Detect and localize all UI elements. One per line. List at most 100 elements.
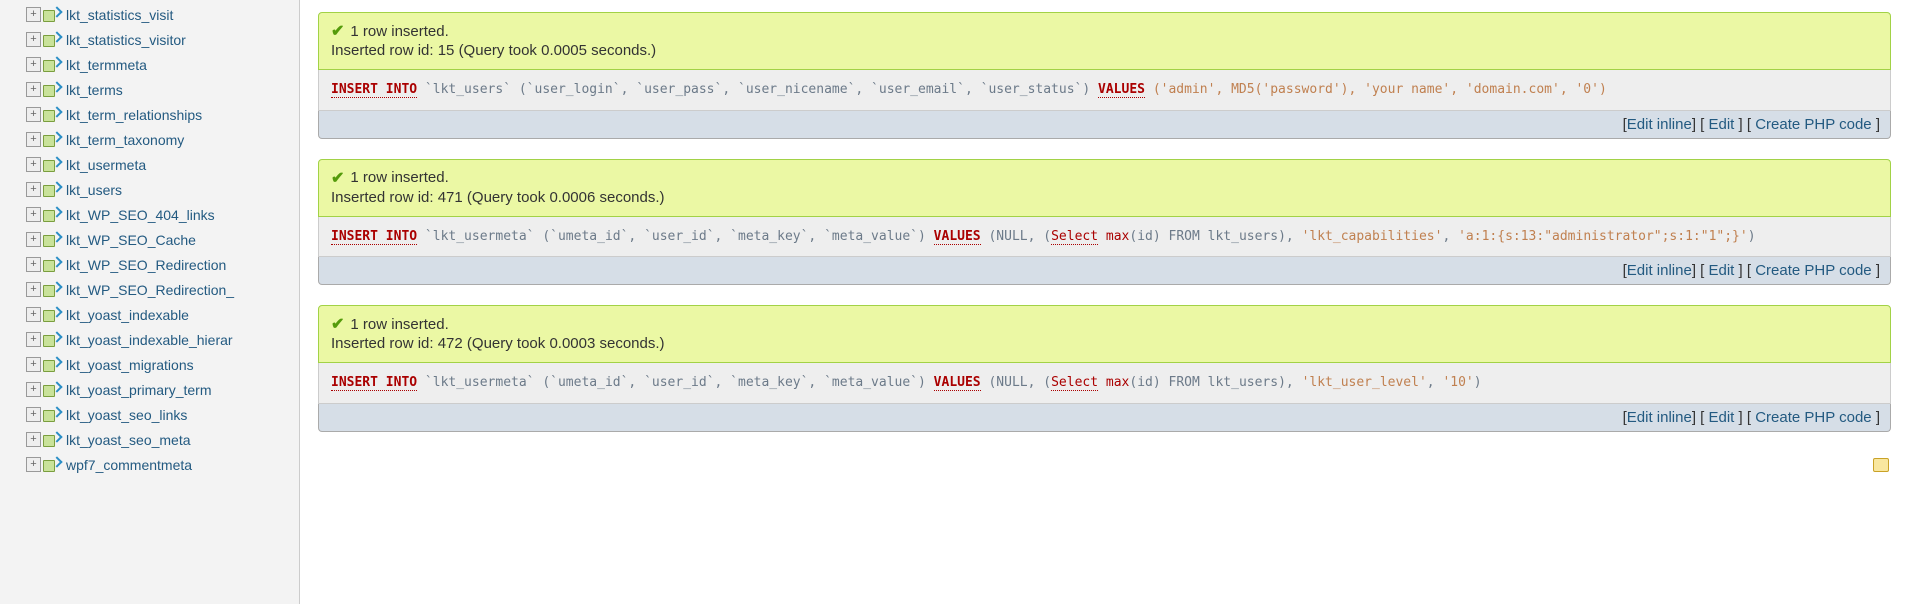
expand-icon[interactable]: + [26,457,41,472]
bookmark-row [318,452,1891,475]
table-icon [43,383,61,397]
table-name-label: lkt_WP_SEO_Cache [66,232,196,248]
table-icon [43,208,61,222]
table-name-label: lkt_term_relationships [66,107,202,123]
table-icon [43,233,61,247]
table-name-label: lkt_statistics_visit [66,7,173,23]
query-actions: [Edit inline] [ Edit ] [ Create PHP code… [318,404,1891,432]
edit-inline-link[interactable]: Edit inline [1627,409,1692,426]
table-name-label: lkt_yoast_primary_term [66,382,212,398]
table-icon [43,333,61,347]
sql-query-display: INSERT INTO `lkt_usermeta` (`umeta_id`, … [318,363,1891,404]
table-icon [43,108,61,122]
success-message: ✔ 1 row inserted. Inserted row id: 472 (… [318,305,1891,363]
table-name-label: lkt_yoast_seo_meta [66,432,191,448]
table-name-label: lkt_WP_SEO_Redirection_ [66,282,234,298]
success-message: ✔ 1 row inserted. Inserted row id: 471 (… [318,159,1891,217]
check-icon: ✔ [331,21,344,41]
expand-icon[interactable]: + [26,82,41,97]
edit-inline-link[interactable]: Edit inline [1627,116,1692,133]
expand-icon[interactable]: + [26,407,41,422]
sidebar-table-list[interactable]: + lkt_statistics_visit + lkt_statistics_vis… [0,0,300,604]
expand-icon[interactable]: + [26,307,41,322]
table-name-label: lkt_statistics_visitor [66,32,186,48]
expand-icon[interactable]: + [26,382,41,397]
query-actions: [Edit inline] [ Edit ] [ Create PHP code… [318,111,1891,139]
rows-inserted-text: 1 row inserted. [350,23,448,40]
sql-query-display: INSERT INTO `lkt_users` (`user_login`, `… [318,70,1891,111]
sidebar-table-item[interactable]: + lkt_yoast_indexable [0,302,299,327]
table-name-label: lkt_users [66,182,122,198]
sidebar-table-item[interactable]: + lkt_WP_SEO_Cache [0,227,299,252]
sidebar-table-item[interactable]: + lkt_WP_SEO_Redirection_ [0,277,299,302]
table-icon [43,33,61,47]
edit-link[interactable]: Edit [1708,262,1734,279]
table-icon [43,183,61,197]
sidebar-table-item[interactable]: + lkt_termmeta [0,52,299,77]
inserted-detail: Inserted row id: 15 (Query took 0.0005 s… [331,42,1878,59]
table-icon [43,358,61,372]
sidebar-table-item[interactable]: + lkt_WP_SEO_Redirection [0,252,299,277]
table-icon [43,283,61,297]
create-php-link[interactable]: Create PHP code [1755,116,1871,133]
sidebar-table-item[interactable]: +wpf7_commentmeta [0,452,299,477]
check-icon: ✔ [331,168,344,188]
table-icon [43,133,61,147]
create-php-link[interactable]: Create PHP code [1755,409,1871,426]
table-name-label: lkt_WP_SEO_Redirection [66,257,226,273]
sql-query-display: INSERT INTO `lkt_usermeta` (`umeta_id`, … [318,217,1891,258]
expand-icon[interactable]: + [26,332,41,347]
expand-icon[interactable]: + [26,207,41,222]
expand-icon[interactable]: + [26,182,41,197]
table-icon [43,83,61,97]
expand-icon[interactable]: + [26,32,41,47]
inserted-detail: Inserted row id: 471 (Query took 0.0006 … [331,189,1878,206]
edit-link[interactable]: Edit [1708,116,1734,133]
expand-icon[interactable]: + [26,232,41,247]
table-icon [43,258,61,272]
expand-icon[interactable]: + [26,157,41,172]
edit-inline-link[interactable]: Edit inline [1627,262,1692,279]
table-icon [43,408,61,422]
sidebar-table-item[interactable]: + lkt_yoast_seo_meta [0,427,299,452]
expand-icon[interactable]: + [26,107,41,122]
sidebar-table-item[interactable]: + lkt_usermeta [0,152,299,177]
sidebar-table-item[interactable]: + lkt_yoast_migrations [0,352,299,377]
expand-icon[interactable]: + [26,432,41,447]
query-result-block: ✔ 1 row inserted. Inserted row id: 471 (… [318,159,1891,286]
table-name-label: lkt_usermeta [66,157,146,173]
create-php-link[interactable]: Create PHP code [1755,262,1871,279]
sidebar-table-item[interactable]: + lkt_term_taxonomy [0,127,299,152]
expand-icon[interactable]: + [26,282,41,297]
sidebar-table-item[interactable]: + lkt_yoast_primary_term [0,377,299,402]
table-icon [43,433,61,447]
sidebar-table-item[interactable]: + lkt_users [0,177,299,202]
table-icon [43,8,61,22]
table-icon [43,308,61,322]
table-name-label: lkt_termmeta [66,57,147,73]
sidebar-table-item[interactable]: + lkt_yoast_indexable_hierar [0,327,299,352]
expand-icon[interactable]: + [26,57,41,72]
table-name-label: lkt_yoast_migrations [66,357,194,373]
table-name-label: lkt_term_taxonomy [66,132,184,148]
expand-icon[interactable]: + [26,132,41,147]
sidebar-table-item[interactable]: + lkt_statistics_visit [0,2,299,27]
table-name-label: lkt_terms [66,82,123,98]
expand-icon[interactable]: + [26,357,41,372]
sidebar-table-item[interactable]: +lkt_yoast_seo_links [0,402,299,427]
query-actions: [Edit inline] [ Edit ] [ Create PHP code… [318,257,1891,285]
table-icon [43,58,61,72]
table-icon [43,458,61,472]
bookmark-icon[interactable] [1873,458,1889,472]
edit-link[interactable]: Edit [1708,409,1734,426]
sidebar-table-item[interactable]: + lkt_statistics_visitor [0,27,299,52]
table-name-label: lkt_yoast_indexable [66,307,189,323]
main-content: ✔ 1 row inserted. Inserted row id: 15 (Q… [300,0,1909,604]
expand-icon[interactable]: + [26,257,41,272]
check-icon: ✔ [331,314,344,334]
sidebar-table-item[interactable]: +lkt_WP_SEO_404_links [0,202,299,227]
table-name-label: lkt_yoast_indexable_hierar [66,332,233,348]
sidebar-table-item[interactable]: + lkt_terms [0,77,299,102]
expand-icon[interactable]: + [26,7,41,22]
sidebar-table-item[interactable]: + lkt_term_relationships [0,102,299,127]
